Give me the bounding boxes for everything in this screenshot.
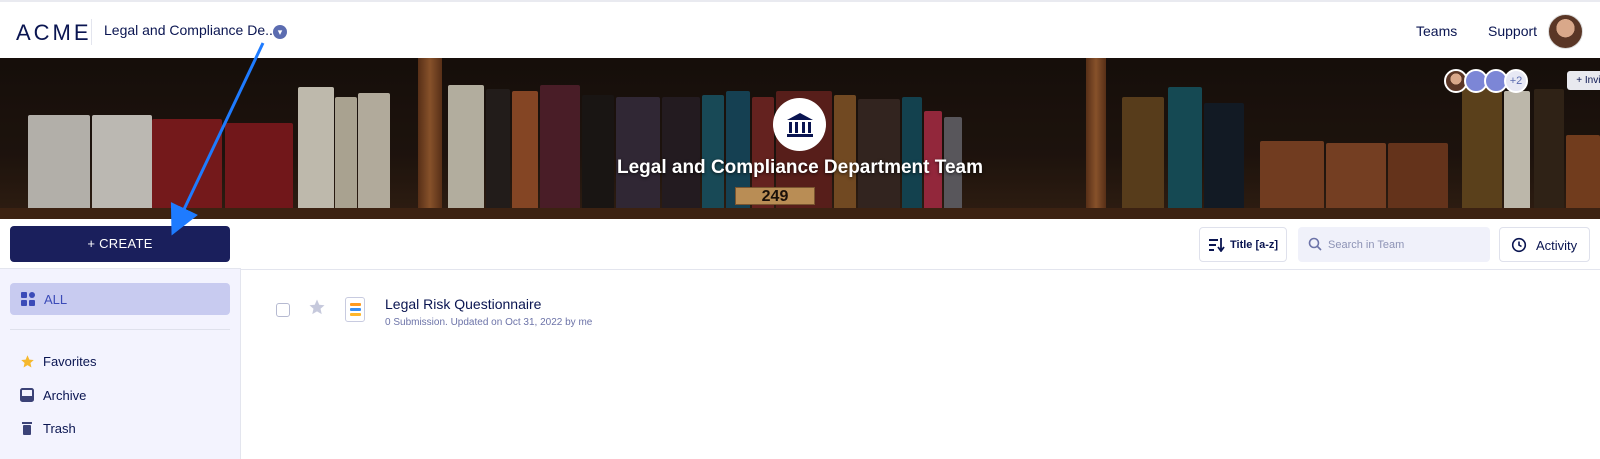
sort-button[interactable]: Title [a-z] — [1199, 227, 1287, 262]
select-checkbox[interactable] — [276, 303, 290, 317]
sidebar-item-label: Trash — [43, 421, 76, 436]
logo-divider — [91, 19, 92, 45]
top-bar: ACME Legal and Compliance De... ▾ Teams … — [0, 0, 1600, 58]
sidebar-item-label: ALL — [44, 292, 68, 307]
bank-building-icon[interactable] — [773, 98, 826, 151]
activity-button[interactable]: Activity — [1499, 227, 1590, 262]
shelf-sign: 249 — [735, 187, 815, 205]
team-banner: 249 Legal and Compliance Department Team… — [0, 58, 1600, 219]
list-item[interactable]: Legal Risk Questionnaire 0 Submission. U… — [241, 280, 1600, 340]
invite-button[interactable]: + Invite — [1567, 71, 1600, 90]
member-overflow-count[interactable]: +2 — [1504, 69, 1528, 93]
form-title[interactable]: Legal Risk Questionnaire — [385, 296, 541, 312]
acme-logo[interactable]: ACME — [16, 20, 92, 46]
archive-icon — [20, 388, 34, 407]
sidebar-divider — [10, 329, 230, 330]
sidebar-item-all[interactable]: ALL — [10, 283, 230, 315]
user-avatar[interactable] — [1548, 14, 1583, 49]
star-icon — [20, 354, 35, 374]
star-icon[interactable] — [308, 298, 326, 321]
team-selector-label[interactable]: Legal and Compliance De... — [104, 22, 277, 38]
create-button[interactable]: + CREATE — [10, 226, 230, 262]
chevron-down-icon[interactable]: ▾ — [273, 25, 287, 39]
sort-icon — [1209, 238, 1225, 257]
team-title: Legal and Compliance Department Team — [616, 157, 983, 178]
sidebar-item-label: Archive — [43, 388, 87, 403]
search-input[interactable] — [1328, 235, 1478, 255]
trash-icon — [20, 421, 34, 440]
nav-support-link[interactable]: Support — [1488, 23, 1537, 39]
grid-icon — [21, 292, 35, 311]
sort-label: Title [a-z] — [1230, 239, 1279, 251]
search-box[interactable] — [1298, 227, 1490, 262]
form-icon — [345, 297, 365, 322]
toolbar: Title [a-z] Activity — [241, 219, 1600, 270]
sidebar: + CREATE ALL Favorites Archive Trash — [0, 219, 241, 459]
nav-teams-link[interactable]: Teams — [1416, 23, 1457, 39]
form-meta: 0 Submission. Updated on Oct 31, 2022 by… — [385, 317, 593, 328]
history-icon — [1511, 237, 1527, 258]
sidebar-item-label: Favorites — [43, 354, 97, 369]
activity-label: Activity — [1536, 238, 1578, 253]
search-icon — [1308, 237, 1322, 256]
